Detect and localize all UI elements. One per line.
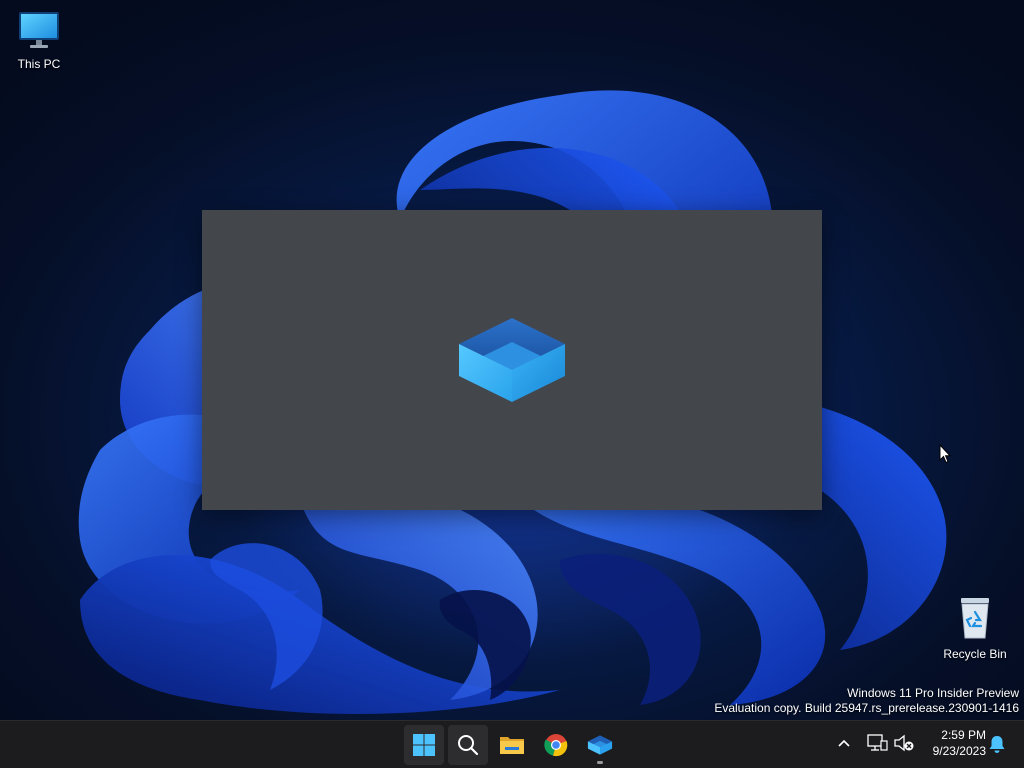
search-icon (458, 735, 479, 756)
app-splash-window (202, 210, 822, 510)
mouse-cursor-icon (939, 444, 951, 464)
monitor-icon (19, 12, 59, 48)
app-box-icon (587, 735, 613, 755)
search-button[interactable] (448, 725, 488, 765)
app-box-icon (459, 318, 565, 402)
recycle-bin-icon (961, 598, 989, 639)
notification-bell-icon[interactable] (986, 733, 1008, 755)
windows-logo-icon (413, 734, 435, 756)
desktop-icon-label: Recycle Bin (943, 647, 1007, 661)
clock-time: 2:59 PM (941, 728, 986, 742)
chrome-icon (544, 734, 568, 757)
chevron-up-icon[interactable] (834, 733, 854, 753)
desktop-icon-this-pc[interactable]: This PC (1, 10, 77, 71)
network-icon[interactable] (866, 733, 888, 753)
desktop-icon-label: This PC (17, 57, 61, 71)
watermark-edition: Windows 11 Pro Insider Preview (847, 686, 1019, 700)
file-explorer-button[interactable] (492, 725, 532, 765)
evaluation-watermark: Windows 11 Pro Insider Preview Evaluatio… (714, 686, 1019, 716)
start-button[interactable] (404, 725, 444, 765)
chrome-button[interactable] (536, 725, 576, 765)
watermark-build: Evaluation copy. Build 25947.rs_prerelea… (714, 701, 1019, 715)
app-taskbar-button[interactable] (580, 725, 620, 765)
desktop-icon-recycle-bin[interactable]: Recycle Bin (937, 596, 1013, 661)
volume-muted-icon[interactable] (893, 733, 915, 753)
running-indicator (597, 761, 603, 764)
clock-date: 9/23/2023 (932, 744, 986, 758)
folder-icon (500, 737, 524, 754)
taskbar-clock[interactable]: 2:59 PM 9/23/2023 (918, 727, 986, 759)
